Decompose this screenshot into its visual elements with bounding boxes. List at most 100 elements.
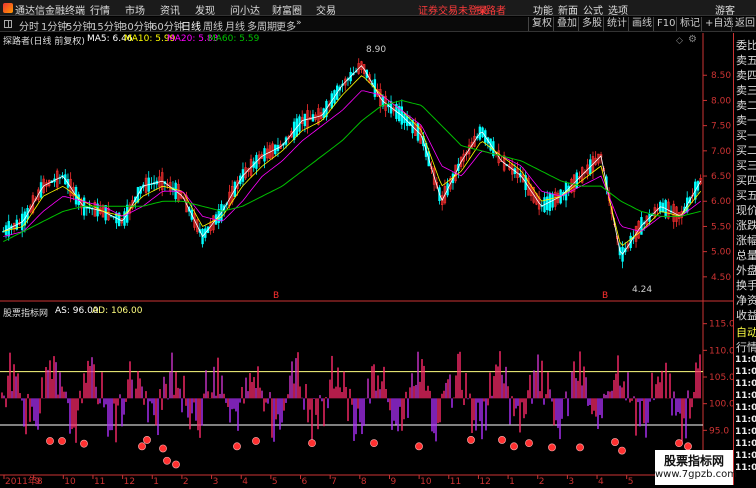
draw-line-button[interactable]: 画线 <box>628 17 655 31</box>
x-tick-label: 12 <box>479 477 490 485</box>
chart-settings-icon[interactable]: ⚙ <box>688 34 697 45</box>
side-buy2: 买二 <box>736 144 756 157</box>
layout-grid-icon[interactable] <box>4 20 12 28</box>
x-tick-label: 6 <box>302 477 308 485</box>
signal-ball <box>415 442 423 451</box>
stock-label: 探路者(日线 前复权) <box>3 37 85 47</box>
menu-trade[interactable]: 交易 <box>316 2 336 17</box>
app-name: 通达信金融终端 <box>15 6 85 17</box>
signal-ball <box>576 443 584 452</box>
menu-ask-xiaoda[interactable]: 问小达 <box>230 2 260 17</box>
back-button[interactable]: 返回 <box>731 17 756 31</box>
ma20-line <box>3 90 701 237</box>
signal-ball <box>467 436 475 444</box>
signal-ball <box>143 436 151 444</box>
menu-discover[interactable]: 发现 <box>195 2 215 17</box>
period-monthly[interactable]: 月线 <box>225 18 245 33</box>
side-buy3: 买三 <box>736 159 756 172</box>
period-daily[interactable]: 日线 <box>181 18 201 33</box>
y-tick-label: 7.00 <box>711 147 731 157</box>
kline-chart[interactable]: 8.50 8.00 7.50 7.00 6.50 6.00 5.50 5.00 4.50 115.… <box>0 33 735 487</box>
x-tick-label: 5 <box>628 477 634 485</box>
multi-stock-button[interactable]: 多股 <box>578 17 605 31</box>
period-5min[interactable]: 5分钟 <box>66 18 92 33</box>
low-price-marker: 4.24 <box>632 285 653 295</box>
mark-button[interactable]: 标记 <box>676 17 703 31</box>
ma60-label: MA60: 5.59 <box>208 34 260 44</box>
side-sell4: 卖四 <box>736 69 756 82</box>
menu-market[interactable]: 市场 <box>125 2 145 17</box>
period-multi[interactable]: 多周期 <box>247 18 277 33</box>
side-auto[interactable]: 自动 <box>736 324 756 340</box>
menu-wealth-circle[interactable]: 财富圈 <box>272 2 302 17</box>
watermark-title: 股票指标网 <box>663 454 724 468</box>
side-time: 11:07 <box>735 367 756 377</box>
menu-news[interactable]: 资讯 <box>160 2 180 17</box>
side-time: 11:07 <box>735 379 756 389</box>
menu-options[interactable]: 选项 <box>608 2 628 17</box>
period-1min[interactable]: 1分钟 <box>41 18 67 33</box>
side-net-assets: 净资 <box>736 294 756 307</box>
side-buy5: 买五 <box>736 189 756 202</box>
side-price: 现价 <box>736 204 756 217</box>
side-buy1: 买一 <box>736 129 756 142</box>
x-tick-label: 10 <box>64 477 76 485</box>
side-change-pct: 涨幅 <box>736 234 756 247</box>
guest-label[interactable]: 游客 <box>715 2 735 17</box>
signal-ball <box>58 437 66 445</box>
period-15min[interactable]: 15分钟 <box>91 18 124 33</box>
y-tick-label: 6.00 <box>711 197 731 207</box>
sub-y-tick-label: 115.0 <box>709 320 733 330</box>
buy-signal-marker: B <box>273 291 279 301</box>
side-time: 11:07 <box>735 391 756 401</box>
stats-button[interactable]: 统计 <box>603 17 630 31</box>
x-tick-label: 1 <box>153 477 159 485</box>
signal-ball <box>684 442 692 451</box>
period-tick[interactable]: 分时 <box>19 18 39 33</box>
signal-ball <box>172 460 180 469</box>
y-tick-label: 8.00 <box>711 96 731 106</box>
overlay-button[interactable]: 叠加 <box>553 17 580 31</box>
x-tick-label: 3 <box>568 477 574 485</box>
f10-button[interactable]: F10 <box>653 17 678 31</box>
menu-new-screen[interactable]: 新面 <box>558 2 578 17</box>
sub-y-tick-label: 100.0 <box>709 400 733 410</box>
chart-area[interactable]: 8.50 8.00 7.50 7.00 6.50 6.00 5.50 5.00 4.50 115.… <box>0 33 735 487</box>
ad-label: AD: 106.00 <box>92 306 143 316</box>
sub-y-tick-label: 105.0 <box>709 373 733 383</box>
menu-quotes[interactable]: 行情 <box>90 2 110 17</box>
x-tick-label: 11 <box>450 477 461 485</box>
adjust-button[interactable]: 复权 <box>528 17 555 31</box>
menu-functions[interactable]: 功能 <box>533 2 553 17</box>
side-time: 11:08 <box>735 415 756 425</box>
menu-formula[interactable]: 公式 <box>583 2 603 17</box>
period-weekly[interactable]: 周线 <box>203 18 223 33</box>
signal-ball <box>618 446 626 455</box>
signal-ball <box>252 437 260 445</box>
period-60min[interactable]: 60分钟 <box>151 18 184 33</box>
period-more[interactable]: 更多 <box>276 18 296 33</box>
chart-diamond-icon[interactable]: ◇ <box>676 36 683 46</box>
x-tick-label: 1 <box>509 477 515 485</box>
signal-ball <box>159 444 167 453</box>
side-time: 11:08 <box>735 463 756 473</box>
signal-ball <box>233 442 241 451</box>
x-tick-label: 4 <box>242 477 248 485</box>
side-time: 11:07 <box>735 403 756 413</box>
more-chevron-icon[interactable]: » <box>296 18 302 28</box>
side-volume: 总量 <box>736 249 756 262</box>
y-tick-label: 8.50 <box>711 71 731 81</box>
ma5-line <box>3 65 702 255</box>
x-tick-label: 3 <box>213 477 219 485</box>
side-sell3: 卖三 <box>736 84 756 97</box>
side-quote[interactable]: 行情 <box>736 339 756 355</box>
period-30min[interactable]: 30分钟 <box>121 18 154 33</box>
side-earnings: 收益 <box>736 309 756 322</box>
signal-ball <box>80 439 88 448</box>
login-user[interactable]: 探路者 <box>476 2 506 17</box>
side-sell2: 卖二 <box>736 99 756 112</box>
side-outer: 外盘 <box>736 264 756 277</box>
side-turnover: 换手 <box>736 279 756 292</box>
signal-ball <box>308 439 316 448</box>
signal-ball <box>138 442 146 451</box>
